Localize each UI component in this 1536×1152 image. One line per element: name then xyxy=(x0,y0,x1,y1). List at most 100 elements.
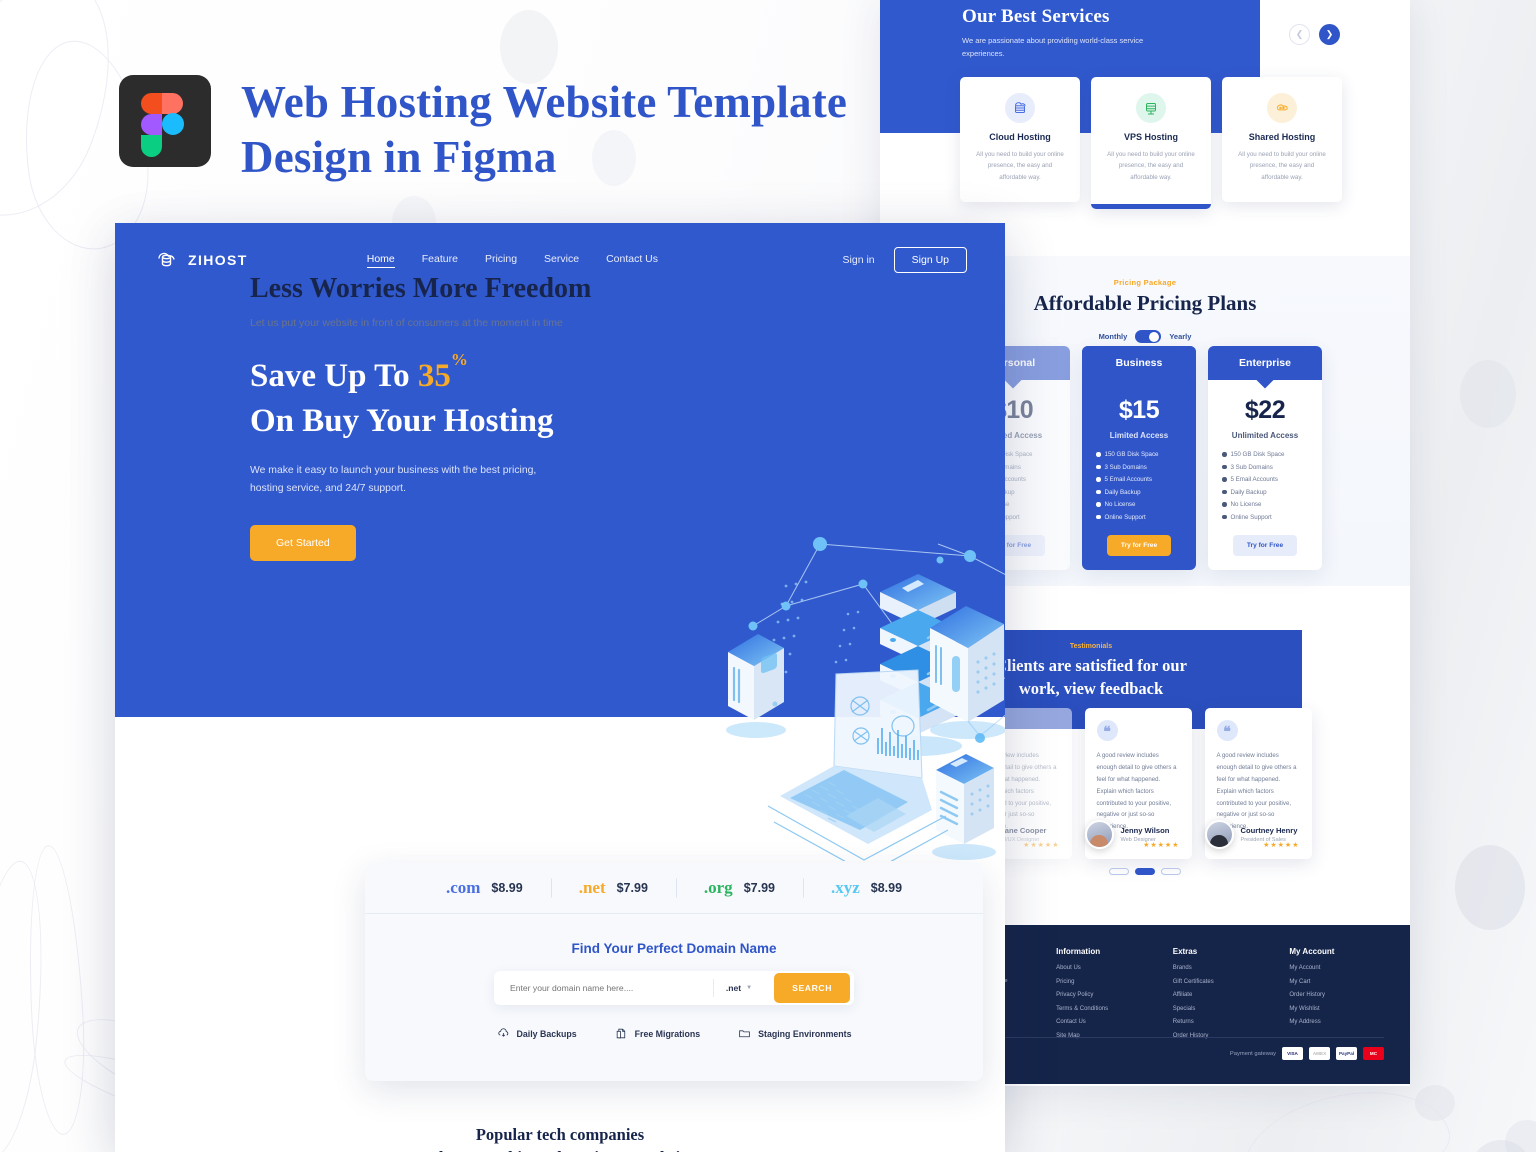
chevron-right-icon[interactable]: ❯ xyxy=(1319,24,1340,45)
plan-feature: Online Support xyxy=(1222,514,1308,521)
plan-feature: 3 Sub Domains xyxy=(1096,464,1182,471)
plan-cta-button[interactable]: Try for Free xyxy=(1232,535,1298,556)
footer-link[interactable]: My Wishlist xyxy=(1289,1006,1380,1012)
pricing-plan-card[interactable]: Business $15 Limited Access 150 GB Disk … xyxy=(1082,346,1196,570)
pager-dot-active[interactable] xyxy=(1135,868,1155,875)
figma-logo-icon xyxy=(119,75,211,167)
domain-price-item: .xyz $8.99 xyxy=(803,878,930,898)
sign-in-link[interactable]: Sign in xyxy=(843,254,875,266)
tld-select[interactable]: .net ▼ xyxy=(712,979,764,997)
less-worries-subtitle: Let us put your website in front of cons… xyxy=(250,317,563,329)
quote-icon: ❝ xyxy=(1096,720,1118,741)
nav-item-contact-us[interactable]: Contact Us xyxy=(606,253,658,268)
footer-link[interactable]: Privacy Policy xyxy=(1056,992,1147,998)
footer-column-head: Extras xyxy=(1172,947,1198,956)
pager-dot[interactable] xyxy=(1109,868,1129,875)
services-carousel-controls[interactable]: ❮ ❯ xyxy=(1289,24,1340,45)
page-title-line2: Design in Figma xyxy=(241,131,557,182)
search-button[interactable]: SEARCH xyxy=(774,973,850,1003)
service-card[interactable]: VPS Hosting All you need to build your o… xyxy=(1091,77,1211,209)
pricing-plan-card[interactable]: Enterprise $22 Unlimited Access 150 GB D… xyxy=(1208,346,1322,570)
footer-column-information: Information About Us Pricing Privacy Pol… xyxy=(1056,947,1147,1046)
page-title: Web Hosting Website Template Design in F… xyxy=(241,75,847,185)
hero-heading-line2: On Buy Your Hosting xyxy=(250,402,554,439)
plan-feature: No License xyxy=(1222,501,1308,508)
brand-logo[interactable]: ZIHOST xyxy=(153,248,248,272)
footer-link[interactable]: Specials xyxy=(1173,1006,1264,1012)
domain-search-card: .com $8.99 .net $7.99 .org $7.99 .xyz $8… xyxy=(365,863,983,1081)
footer-link[interactable]: Brands xyxy=(1173,965,1264,971)
plan-cta-button[interactable]: Try for Free xyxy=(1106,535,1172,556)
testimonial-author: Courtney Henry President of Sales xyxy=(1204,820,1312,849)
footer-link[interactable]: My Cart xyxy=(1289,979,1380,985)
service-desc: All you need to build your online presen… xyxy=(976,151,1064,181)
domain-search-box[interactable]: .net ▼ SEARCH xyxy=(494,971,854,1005)
service-active-bar xyxy=(1091,204,1211,209)
deck-title-row: Web Hosting Website Template Design in F… xyxy=(119,75,847,185)
footer-link[interactable]: Affiliate xyxy=(1173,992,1264,998)
domain-tld: .net xyxy=(578,878,606,897)
get-started-button[interactable]: Get Started xyxy=(250,525,356,562)
quote-icon: ❝ xyxy=(1216,720,1238,741)
footer-link[interactable]: Gift Certificates xyxy=(1173,979,1264,985)
hero-illustration xyxy=(708,526,1005,875)
service-name: Cloud Hosting xyxy=(989,132,1051,142)
plan-feature-list: 150 GB Disk Space 3 Sub Domains 5 Email … xyxy=(1096,451,1182,521)
hero-heading-percent: 35 xyxy=(417,358,451,394)
footer-link[interactable]: Terms & Conditions xyxy=(1056,1006,1147,1012)
nav-item-service[interactable]: Service xyxy=(544,253,579,268)
nav-item-feature[interactable]: Feature xyxy=(422,253,458,268)
domain-feature: Free Migrations xyxy=(615,1027,700,1040)
page-title-line1: Web Hosting Website Template xyxy=(241,77,848,127)
toggle-label-yearly: Yearly xyxy=(1169,332,1192,341)
file-transfer-icon xyxy=(616,1028,625,1039)
services-subtitle: We are passionate about providing world-… xyxy=(962,36,1144,59)
service-card[interactable]: Cloud Hosting All you need to build your… xyxy=(960,77,1080,202)
sign-up-button[interactable]: Sign Up xyxy=(893,247,967,273)
author-role: UI/UX Designer xyxy=(1000,837,1040,843)
companies-title: Popular tech companies who are seeking t… xyxy=(427,1125,693,1152)
service-name: VPS Hosting xyxy=(1123,132,1178,142)
domain-price: $8.99 xyxy=(870,881,903,895)
billing-switch[interactable] xyxy=(1135,330,1162,343)
footer-link[interactable]: Returns xyxy=(1173,1019,1264,1025)
domain-price-item: .org $7.99 xyxy=(676,878,803,898)
search-input[interactable] xyxy=(510,983,713,993)
plan-feature: Online Support xyxy=(1096,514,1182,521)
footer-link[interactable]: My Address xyxy=(1289,1019,1380,1025)
payment-gateways: Payment gateway VISA AMEX PayPal MC xyxy=(1230,1047,1384,1060)
services-title: Our Best Services xyxy=(962,6,1110,27)
chevron-left-icon[interactable]: ❮ xyxy=(1289,24,1310,45)
avatar xyxy=(1204,820,1234,849)
hero-copy: Save Up To 35% On Buy Your Hosting We ma… xyxy=(250,350,595,562)
chevron-down-icon: ▼ xyxy=(746,985,753,991)
footer-link[interactable]: My Account xyxy=(1289,965,1380,971)
nav-item-pricing[interactable]: Pricing xyxy=(485,253,517,268)
hero-heading-percent-sign: % xyxy=(450,349,468,369)
footer-column-head: Information xyxy=(1056,947,1101,956)
toggle-label-monthly: Monthly xyxy=(1098,332,1128,341)
domain-search-row: .net ▼ SEARCH xyxy=(365,971,983,1005)
footer-column-extras: Extras Brands Gift Certificates Affiliat… xyxy=(1173,947,1264,1046)
shared-cloud-icon xyxy=(1267,93,1297,123)
cloud-server-icon xyxy=(158,252,175,267)
service-desc: All you need to build your online presen… xyxy=(1238,151,1326,181)
plan-price: $22 xyxy=(1244,396,1286,424)
footer-link[interactable]: Contact Us xyxy=(1056,1019,1147,1025)
brand-name: ZIHOST xyxy=(188,252,248,268)
plan-feature: 150 GB Disk Space xyxy=(1096,451,1182,458)
footer-link[interactable]: About Us xyxy=(1056,965,1147,971)
plan-feature: 5 Email Accounts xyxy=(1222,476,1308,483)
avatar xyxy=(1084,820,1114,849)
domain-price-strip: .com $8.99 .net $7.99 .org $7.99 .xyz $8… xyxy=(365,863,983,914)
pager-dot[interactable] xyxy=(1161,868,1181,875)
footer-link[interactable]: Pricing xyxy=(1056,979,1147,985)
plan-feature: 150 GB Disk Space xyxy=(1222,451,1308,458)
hero-heading: Save Up To 35% On Buy Your Hosting xyxy=(250,350,595,444)
folder-icon xyxy=(739,1030,750,1038)
footer-column-my-account: My Account My Account My Cart Order Hist… xyxy=(1289,947,1380,1046)
hero-heading-pre: Save Up To xyxy=(250,358,418,394)
service-card[interactable]: Shared Hosting All you need to build you… xyxy=(1222,77,1342,202)
nav-item-home[interactable]: Home xyxy=(366,253,395,268)
footer-link[interactable]: Order History xyxy=(1289,992,1380,998)
